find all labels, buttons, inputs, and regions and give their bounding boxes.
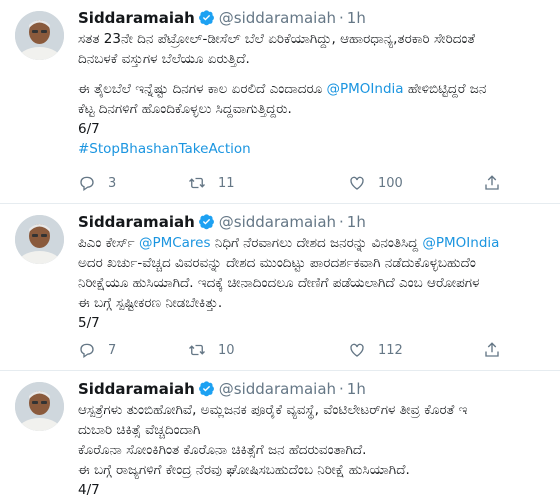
tweet-text: ಆಸ್ಪತ್ರೆಗಳು ತುಂಬಿಹೋಗಿವೆ, ಅಮ್ಲಜನಕ ಪೂರೈಕೆ … — [78, 400, 560, 495]
tweet[interactable]: Siddaramaiah @siddaramaiah · 1h ಸತತ 23ನೇ ದಿ… — [0, 0, 560, 204]
tweet-line: ದುಬಾರಿ ಚಿಕಿತ್ಸೆ ವೆಚ್ಚದಿಂದಾಗಿ — [78, 422, 201, 438]
separator-dot: · — [339, 213, 344, 231]
timestamp[interactable]: 1h — [347, 213, 366, 231]
reply-icon — [80, 343, 94, 359]
verified-badge-icon — [198, 9, 215, 26]
reply-button[interactable]: 3 — [78, 171, 118, 195]
tweet-header: Siddaramaiah @siddaramaiah · 1h — [78, 8, 366, 28]
tweet-line: ಆಸ್ಪತ್ರೆಗಳು ತುಂಬಿಹೋಗಿವೆ, ಅಮ್ಲಜನಕ ಪೂರೈಕೆ … — [78, 402, 468, 418]
tweet-line: ಕೊರೊನಾ ಸೋಂಕಿಗಿಂತ ಕೊರೊನಾ ಚಿಕಿತ್ಸೆಗೆ ಜನ ಹೆ… — [78, 442, 367, 458]
reply-button[interactable]: 7 — [78, 338, 118, 362]
avatar[interactable] — [15, 382, 64, 431]
timestamp[interactable]: 1h — [347, 9, 366, 27]
tweet-line: ಸತತ 23ನೇ ದಿನ ಪೆಟ್ರೋಲ್-ಡೀಸೆಲ್ ಬೆಲೆ ಏರಿಕೆಯ… — [78, 31, 476, 47]
heart-icon — [350, 176, 364, 190]
mention-link[interactable]: @PMOIndia — [422, 235, 499, 251]
tweet-header: Siddaramaiah @siddaramaiah · 1h — [78, 212, 366, 232]
mention-link[interactable]: @PMCares — [139, 235, 211, 251]
retweet-count: 11 — [218, 175, 235, 191]
avatar[interactable] — [15, 11, 64, 60]
avatar[interactable] — [15, 215, 64, 264]
tweet-line: ಈ ತೈಲಬೆಲೆ ಇನ್ನೆಷ್ಟು ದಿನಗಳ ಕಾಲ ಏರಲಿದೆ ಎಂದ… — [78, 81, 487, 97]
retweet-icon — [189, 177, 205, 189]
retweet-icon — [189, 344, 205, 356]
tweet-text: ಪಿಎಂ ಕೇರ್ಸ್ @PMCares ನಿಧಿಗೆ ನೆರವಾಗಲು ದೇಶ… — [78, 233, 560, 333]
share-button[interactable] — [483, 338, 513, 362]
reply-count: 7 — [108, 342, 117, 358]
verified-badge-icon — [198, 213, 215, 230]
thread-counter: 6/7 — [78, 121, 100, 137]
reply-count: 3 — [108, 175, 117, 191]
tweet-line: ಕೆಟ್ಟ ದಿನಗಳಿಗೆ ಹೊಂದಿಕೊಳ್ಳಲು ಸಿದ್ದವಾಗುತ್ತ… — [78, 101, 292, 117]
share-button[interactable] — [483, 171, 513, 195]
display-name[interactable]: Siddaramaiah — [78, 380, 195, 398]
tweet-line: ಅದರ ಖರ್ಚು-ವೆಚ್ಚದ ವಿವರವನ್ನು ದೇಶದ ಮುಂದಿಟ್ಟ… — [78, 255, 476, 271]
tweet-line: ನಿರೀಕ್ಷೆಯೂ ಹುಸಿಯಾಗಿದೆ. ಇದಕ್ಕೆ ಚೀನಾದಿಂದಲೂ… — [78, 275, 480, 291]
thread-counter: 5/7 — [78, 315, 100, 331]
tweet-text: ಸತತ 23ನೇ ದಿನ ಪೆಟ್ರೋಲ್-ಡೀಸೆಲ್ ಬೆಲೆ ಏರಿಕೆಯ… — [78, 29, 560, 159]
heart-icon — [350, 343, 364, 357]
share-icon — [485, 342, 499, 357]
thread-counter: 4/7 — [78, 482, 100, 495]
tweet-actions: 3 11 100 — [78, 171, 548, 195]
like-button[interactable]: 100 — [348, 171, 403, 195]
display-name[interactable]: Siddaramaiah — [78, 9, 195, 27]
like-count: 112 — [378, 342, 403, 358]
verified-badge-icon — [198, 380, 215, 397]
tweet-line: ದಿನಬಳಕೆ ವಸ್ತುಗಳ ಬೆಲೆಯೂ ಏರುತ್ತಿದೆ. — [78, 51, 250, 67]
user-handle[interactable]: @siddaramaiah — [219, 380, 336, 398]
like-button[interactable]: 112 — [348, 338, 403, 362]
hashtag-link[interactable]: #StopBhashanTakeAction — [78, 141, 251, 157]
retweet-button[interactable]: 10 — [188, 338, 235, 362]
separator-dot: · — [339, 380, 344, 398]
tweet[interactable]: Siddaramaiah @siddaramaiah · 1h ಪಿಎಂ ಕೇರ್ಸ್… — [0, 204, 560, 371]
separator-dot: · — [339, 9, 344, 27]
tweet[interactable]: Siddaramaiah @siddaramaiah · 1h ಆಸ್ಪತ್ರೆಗಳು… — [0, 371, 560, 495]
retweet-button[interactable]: 11 — [188, 171, 235, 195]
timestamp[interactable]: 1h — [347, 380, 366, 398]
user-handle[interactable]: @siddaramaiah — [219, 9, 336, 27]
user-handle[interactable]: @siddaramaiah — [219, 213, 336, 231]
reply-icon — [80, 176, 94, 192]
share-icon — [485, 175, 499, 190]
retweet-count: 10 — [218, 342, 235, 358]
tweet-line: ಈ ಬಗ್ಗೆ ಸ್ಪಷ್ಟೀಕರಣ ನೀಡಬೇಕಿತ್ತು. — [78, 295, 223, 311]
like-count: 100 — [378, 175, 403, 191]
tweet-header: Siddaramaiah @siddaramaiah · 1h — [78, 379, 366, 399]
tweet-line: ಪಿಎಂ ಕೇರ್ಸ್ @PMCares ನಿಧಿಗೆ ನೆರವಾಗಲು ದೇಶ… — [78, 235, 500, 251]
display-name[interactable]: Siddaramaiah — [78, 213, 195, 231]
tweet-actions: 7 10 112 — [78, 338, 548, 362]
mention-link[interactable]: @PMOIndia — [327, 81, 404, 97]
tweet-line: ಈ ಬಗ್ಗೆ ರಾಜ್ಯಗಳಿಗೆ ಕೇಂದ್ರ ನೆರವು ಘೋಷಿಸಬಹು… — [78, 462, 410, 478]
